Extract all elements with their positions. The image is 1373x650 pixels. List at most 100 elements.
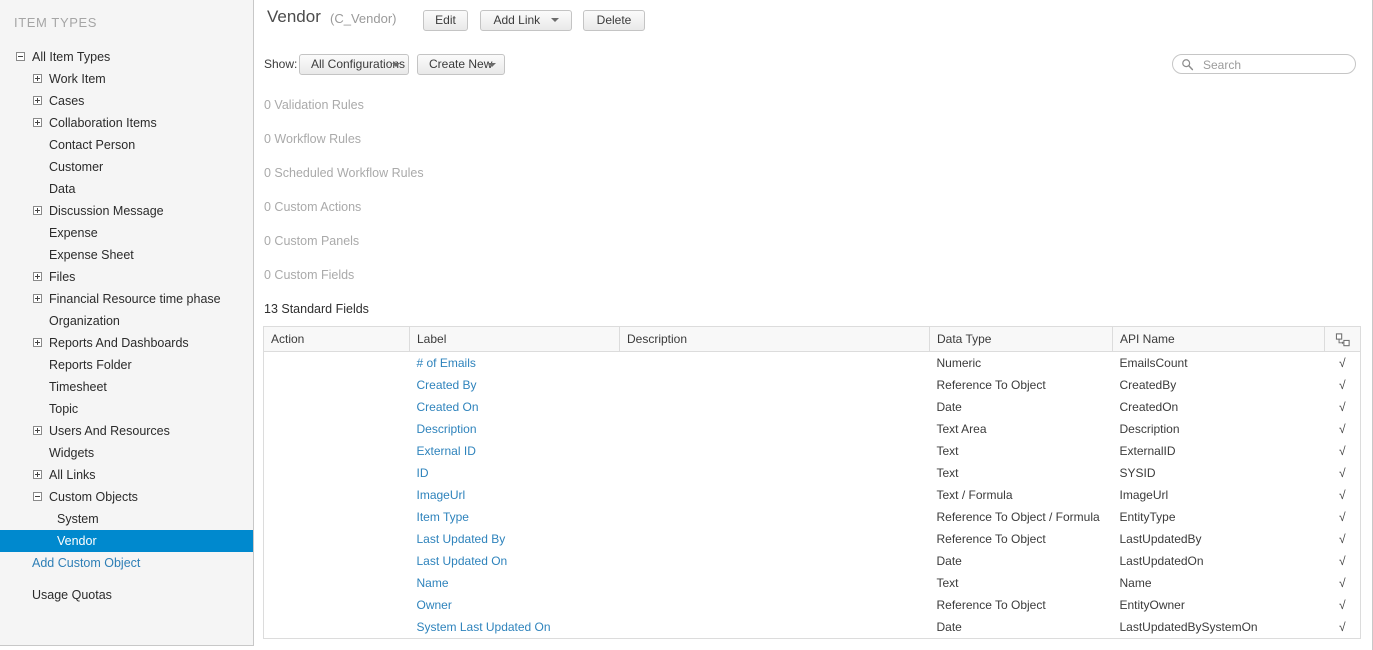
section-0-custom-panels[interactable]: 0 Custom Panels — [254, 224, 1369, 258]
section-0-scheduled-workflow-rules[interactable]: 0 Scheduled Workflow Rules — [254, 156, 1369, 190]
expand-icon[interactable] — [33, 96, 42, 105]
sidebar-item-cases[interactable]: Cases — [0, 90, 253, 112]
sidebar-item-all-links[interactable]: All Links — [0, 464, 253, 486]
field-link[interactable]: ImageUrl — [417, 488, 466, 502]
sidebar-item-reports-and-dashboards[interactable]: Reports And Dashboards — [0, 332, 253, 354]
column-header-description[interactable]: Description — [619, 326, 930, 352]
cell-checkmark[interactable]: √ — [1325, 484, 1361, 506]
expand-icon[interactable] — [33, 470, 42, 479]
cell-action — [264, 616, 410, 639]
column-header-api-name[interactable]: API Name — [1112, 326, 1325, 352]
table-row: Name Text Name √ — [264, 572, 1361, 594]
sidebar-item-add-custom-object[interactable]: Add Custom Object — [0, 552, 253, 574]
cell-checkmark[interactable]: √ — [1325, 396, 1361, 418]
field-link[interactable]: ID — [417, 466, 429, 480]
sidebar-item-topic[interactable]: Topic — [0, 398, 253, 420]
standard-fields-caption: 13 Standard Fields — [264, 302, 369, 316]
field-link[interactable]: Last Updated By — [417, 532, 506, 546]
section-0-workflow-rules[interactable]: 0 Workflow Rules — [254, 122, 1369, 156]
cell-checkmark[interactable]: √ — [1325, 418, 1361, 440]
column-header-data-type[interactable]: Data Type — [929, 326, 1113, 352]
cell-checkmark[interactable]: √ — [1325, 528, 1361, 550]
search-box[interactable] — [1172, 54, 1356, 75]
field-link[interactable]: Created On — [417, 400, 479, 414]
cell-checkmark[interactable]: √ — [1325, 506, 1361, 528]
cell-checkmark[interactable]: √ — [1325, 594, 1361, 616]
sidebar-item-work-item[interactable]: Work Item — [0, 68, 253, 90]
chevron-down-icon — [392, 63, 400, 67]
cell-label: # of Emails — [410, 352, 620, 375]
sidebar-item-vendor[interactable]: Vendor — [0, 530, 253, 552]
cell-checkmark[interactable]: √ — [1325, 374, 1361, 396]
sidebar-item-custom-objects[interactable]: Custom Objects — [0, 486, 253, 508]
collapse-icon[interactable] — [16, 52, 25, 61]
cell-data-type: Numeric — [936, 356, 982, 370]
cell-api-name: Name — [1119, 576, 1152, 590]
field-link[interactable]: Owner — [417, 598, 452, 612]
column-header-action[interactable]: Action — [263, 326, 410, 352]
sidebar: ITEM TYPES All Item Types Work Item Cases C… — [0, 0, 254, 646]
cell-checkmark[interactable]: √ — [1325, 462, 1361, 484]
delete-button[interactable]: Delete — [583, 10, 645, 31]
field-link[interactable]: System Last Updated On — [417, 620, 551, 634]
sidebar-item-label: Expense — [49, 226, 98, 240]
expand-icon[interactable] — [33, 206, 42, 215]
object-sections-list: 0 Validation Rules 0 Workflow Rules 0 Sche… — [254, 88, 1369, 320]
cell-checkmark[interactable]: √ — [1325, 572, 1361, 594]
expand-icon[interactable] — [33, 74, 42, 83]
configurations-select[interactable]: All Configurations — [299, 54, 409, 75]
field-link[interactable]: Item Type — [417, 510, 469, 524]
sidebar-item-financial-resource-time-phase[interactable]: Financial Resource time phase — [0, 288, 253, 310]
column-header-label[interactable]: Label — [409, 326, 620, 352]
section-0-custom-fields[interactable]: 0 Custom Fields — [254, 258, 1369, 292]
cell-action — [264, 462, 410, 484]
search-input[interactable] — [1201, 55, 1351, 75]
sidebar-item-all-item-types[interactable]: All Item Types — [0, 46, 253, 68]
sidebar-item-files[interactable]: Files — [0, 266, 253, 288]
sidebar-item-label: Expense Sheet — [49, 248, 134, 262]
sidebar-item-customer[interactable]: Customer — [0, 156, 253, 178]
cell-checkmark[interactable]: √ — [1325, 352, 1361, 375]
cell-api-name: EntityOwner — [1119, 598, 1185, 612]
sidebar-item-users-and-resources[interactable]: Users And Resources — [0, 420, 253, 442]
create-new-button-label: Create New — [429, 57, 493, 71]
field-link[interactable]: Name — [417, 576, 449, 590]
field-link[interactable]: Description — [417, 422, 477, 436]
column-header-copy-fields[interactable] — [1324, 326, 1361, 352]
sidebar-item-label: All Item Types — [32, 50, 111, 64]
add-link-button[interactable]: Add Link — [480, 10, 572, 31]
sidebar-item-widgets[interactable]: Widgets — [0, 442, 253, 464]
sidebar-item-organization[interactable]: Organization — [0, 310, 253, 332]
field-link[interactable]: Created By — [417, 378, 477, 392]
sidebar-item-expense-sheet[interactable]: Expense Sheet — [0, 244, 253, 266]
expand-icon[interactable] — [33, 272, 42, 281]
expand-icon[interactable] — [33, 118, 42, 127]
collapse-icon[interactable] — [33, 492, 42, 501]
expand-icon[interactable] — [33, 294, 42, 303]
create-new-button[interactable]: Create New — [417, 54, 505, 75]
sidebar-item-data[interactable]: Data — [0, 178, 253, 200]
sidebar-item-usage-quotas[interactable]: Usage Quotas — [0, 584, 253, 606]
copy-fields-icon — [1335, 332, 1350, 346]
table-header-row: Action Label Description Data Type API N… — [263, 326, 1361, 352]
cell-description — [620, 572, 930, 594]
sidebar-item-reports-folder[interactable]: Reports Folder — [0, 354, 253, 376]
field-link[interactable]: External ID — [417, 444, 476, 458]
sidebar-item-contact-person[interactable]: Contact Person — [0, 134, 253, 156]
cell-action — [264, 352, 410, 375]
cell-checkmark[interactable]: √ — [1325, 440, 1361, 462]
edit-button[interactable]: Edit — [423, 10, 468, 31]
section-0-custom-actions[interactable]: 0 Custom Actions — [254, 190, 1369, 224]
sidebar-item-collaboration-items[interactable]: Collaboration Items — [0, 112, 253, 134]
field-link[interactable]: # of Emails — [417, 356, 476, 370]
expand-icon[interactable] — [33, 338, 42, 347]
cell-checkmark[interactable]: √ — [1325, 616, 1361, 639]
sidebar-item-expense[interactable]: Expense — [0, 222, 253, 244]
section-0-validation-rules[interactable]: 0 Validation Rules — [254, 88, 1369, 122]
cell-checkmark[interactable]: √ — [1325, 550, 1361, 572]
sidebar-item-discussion-message[interactable]: Discussion Message — [0, 200, 253, 222]
field-link[interactable]: Last Updated On — [417, 554, 508, 568]
expand-icon[interactable] — [33, 426, 42, 435]
sidebar-item-timesheet[interactable]: Timesheet — [0, 376, 253, 398]
sidebar-item-system[interactable]: System — [0, 508, 253, 530]
